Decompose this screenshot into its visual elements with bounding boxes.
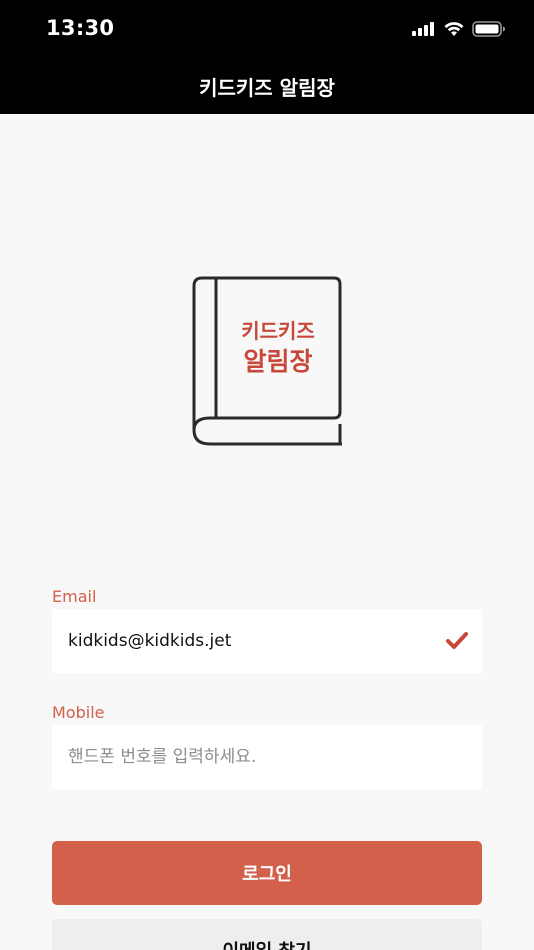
login-button[interactable]: 로그인 bbox=[52, 841, 482, 905]
nav-bar: 키드키즈 알림장 bbox=[0, 58, 534, 114]
status-icons bbox=[412, 20, 506, 38]
cellular-signal-icon bbox=[412, 22, 434, 36]
status-time: 13:30 bbox=[46, 16, 115, 40]
status-bar: 13:30 bbox=[0, 0, 534, 58]
mobile-label: Mobile bbox=[52, 703, 105, 722]
logo-line-2: 알림장 bbox=[243, 347, 312, 376]
mobile-field-container bbox=[52, 725, 482, 789]
book-icon: 키드키즈 알림장 bbox=[192, 276, 342, 446]
check-icon bbox=[446, 632, 468, 649]
find-email-button[interactable]: 이메일 찾기 bbox=[52, 919, 482, 950]
mobile-field[interactable] bbox=[68, 747, 466, 767]
email-field-container bbox=[52, 609, 482, 673]
logo-line-1: 키드키즈 bbox=[241, 319, 315, 343]
battery-icon bbox=[472, 21, 505, 37]
email-label: Email bbox=[52, 587, 97, 606]
page-title: 키드키즈 알림장 bbox=[199, 75, 335, 100]
email-field[interactable] bbox=[68, 631, 466, 651]
wifi-icon bbox=[444, 21, 464, 36]
